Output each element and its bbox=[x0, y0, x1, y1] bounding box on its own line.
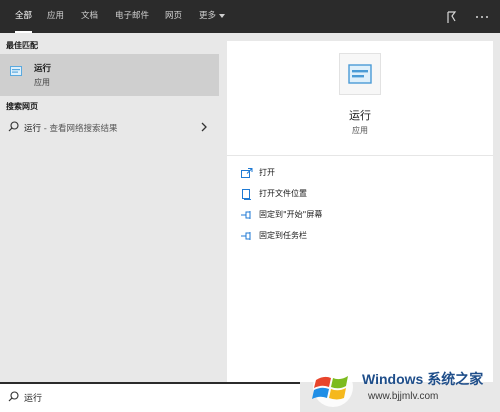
action-pin-start[interactable]: 固定到"开始"屏幕 bbox=[241, 208, 441, 222]
feedback-icon[interactable] bbox=[444, 9, 460, 25]
search-input[interactable] bbox=[24, 388, 284, 406]
action-open[interactable]: 打开 bbox=[241, 166, 441, 180]
tab-email[interactable]: 电子邮件 bbox=[115, 0, 149, 33]
tab-web[interactable]: 网页 bbox=[165, 0, 182, 33]
app-type: 应用 bbox=[352, 126, 368, 135]
web-result-text: 运行 - 查看网络搜索结果 bbox=[24, 122, 118, 134]
best-match-subtitle: 应用 bbox=[34, 78, 50, 87]
web-result-suffix: - 查看网络搜索结果 bbox=[41, 124, 118, 134]
tab-all[interactable]: 全部 bbox=[15, 0, 33, 33]
chevron-down-icon bbox=[219, 13, 226, 18]
tab-apps[interactable]: 应用 bbox=[47, 0, 64, 33]
preview-pane: 运行 应用 打开 打开文件位置 固定到"开始"屏幕 固定到任务栏 bbox=[227, 41, 493, 382]
watermark-title: Windows 系统之家 bbox=[362, 371, 484, 387]
results-pane: 最佳匹配 运行 应用 搜索网页 运行 - 查看网络搜索结果 bbox=[0, 33, 224, 382]
tab-documents[interactable]: 文档 bbox=[81, 0, 98, 33]
best-match-header: 最佳匹配 bbox=[6, 41, 38, 50]
search-icon bbox=[8, 121, 19, 132]
action-pin-start-label: 固定到"开始"屏幕 bbox=[259, 210, 323, 219]
pin-start-icon bbox=[241, 211, 251, 219]
search-icon bbox=[8, 391, 19, 402]
best-match-title: 运行 bbox=[34, 64, 52, 74]
app-name: 运行 bbox=[349, 109, 371, 122]
open-icon bbox=[241, 168, 253, 178]
run-app-icon bbox=[10, 66, 22, 76]
watermark-url: www.bjjmlv.com bbox=[368, 391, 439, 402]
pin-taskbar-icon bbox=[241, 232, 251, 240]
windows-logo-icon bbox=[312, 367, 353, 407]
best-match-item[interactable]: 运行 应用 bbox=[0, 54, 219, 96]
search-box[interactable] bbox=[0, 382, 300, 412]
app-tile bbox=[339, 53, 381, 95]
web-result-query: 运行 bbox=[24, 124, 42, 134]
file-location-icon bbox=[242, 189, 251, 200]
search-filter-bar: 全部 应用 文档 电子邮件 网页 更多 bbox=[0, 0, 500, 33]
web-search-result[interactable]: 运行 - 查看网络搜索结果 bbox=[0, 117, 219, 137]
watermark: Windows 系统之家 www.bjjmlv.com bbox=[310, 364, 500, 410]
action-pin-taskbar-label: 固定到任务栏 bbox=[259, 231, 307, 240]
action-pin-taskbar[interactable]: 固定到任务栏 bbox=[241, 229, 441, 243]
divider bbox=[227, 155, 493, 156]
action-open-file-location-label: 打开文件位置 bbox=[259, 189, 307, 198]
action-open-label: 打开 bbox=[259, 168, 275, 177]
action-open-file-location[interactable]: 打开文件位置 bbox=[241, 187, 441, 201]
web-search-header: 搜索网页 bbox=[6, 102, 38, 111]
chevron-right-icon[interactable] bbox=[200, 122, 208, 132]
run-app-icon bbox=[348, 64, 372, 84]
tab-more-label: 更多 bbox=[199, 11, 217, 21]
tab-more[interactable]: 更多 bbox=[199, 0, 226, 33]
more-options-icon[interactable] bbox=[474, 9, 490, 25]
